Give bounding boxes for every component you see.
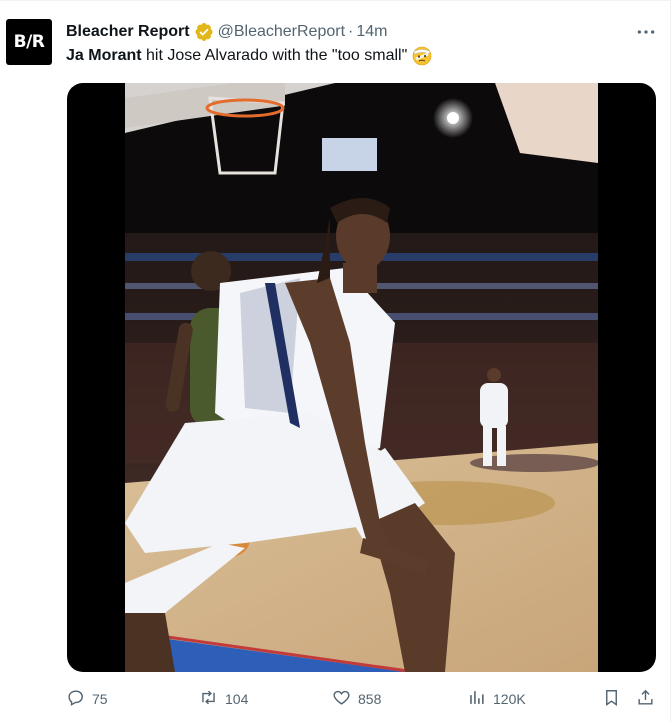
verified-badge-icon [194, 22, 214, 42]
avatar-logo-text: B/R [13, 32, 45, 52]
view-count: 120K [493, 691, 526, 707]
retweet-count: 104 [225, 691, 249, 707]
share-button[interactable] [636, 686, 655, 712]
tweet-text: Ja Morant hit Jose Alvarado with the "to… [66, 45, 433, 67]
reply-count: 75 [92, 691, 108, 707]
heart-icon [332, 688, 351, 710]
reply-button[interactable]: 75 [66, 686, 108, 712]
player-mention[interactable]: Ja Morant [66, 45, 142, 67]
like-button[interactable]: 858 [332, 686, 381, 712]
post-time[interactable]: 14m [356, 23, 387, 41]
tweet-body-text: hit Jose Alvarado with the "too small" [141, 47, 408, 64]
bookmark-icon [602, 688, 621, 710]
avatar[interactable]: B/R [6, 19, 52, 65]
like-count: 858 [358, 691, 382, 707]
display-name[interactable]: Bleacher Report [66, 23, 190, 41]
face-with-head-bandage-icon [411, 45, 433, 67]
top-divider [0, 0, 671, 1]
more-options-icon[interactable] [634, 22, 658, 42]
retweet-button[interactable]: 104 [199, 686, 248, 712]
retweet-icon [199, 688, 218, 710]
tweet-header: Bleacher Report @BleacherReport · 14m [66, 21, 387, 43]
analytics-icon [467, 688, 486, 710]
tweet-actions: 75 104 858 120K [66, 686, 658, 712]
dot-separator: · [348, 23, 354, 40]
bookmark-button[interactable] [602, 686, 621, 712]
user-handle[interactable]: @BleacherReport [218, 23, 345, 41]
reply-icon [66, 688, 85, 710]
share-icon [636, 688, 655, 710]
video-player[interactable] [67, 83, 656, 672]
views-button[interactable]: 120K [467, 686, 526, 712]
video-frame [125, 83, 598, 672]
